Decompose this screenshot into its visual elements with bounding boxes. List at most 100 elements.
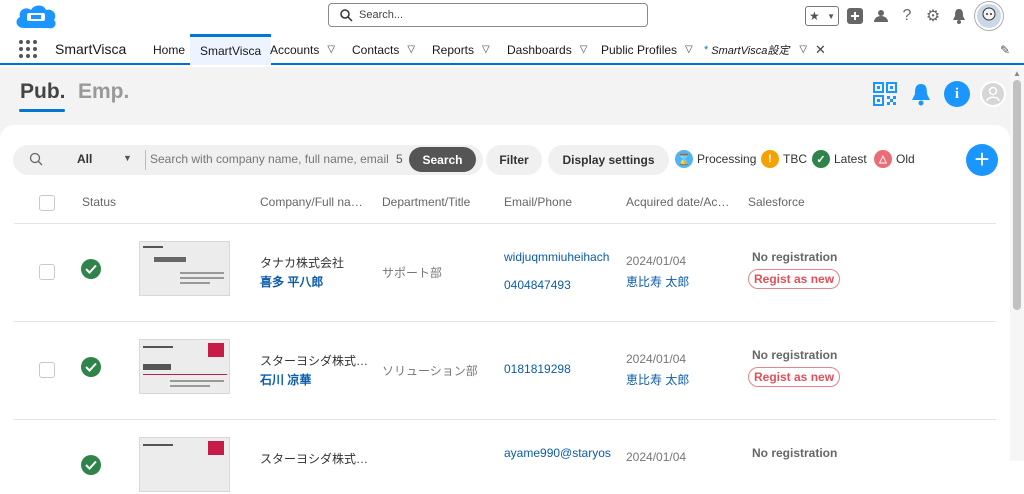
nav-item-label: Contacts (352, 42, 400, 57)
column-department-title[interactable]: Department/Title (382, 195, 470, 209)
acquirer-link[interactable]: 恵比寿 太郎 (626, 371, 736, 388)
nav-item-label: SmartVisca (200, 44, 262, 58)
column-status[interactable]: Status (82, 195, 116, 209)
column-salesforce[interactable]: Salesforce (748, 195, 805, 209)
tab-emp[interactable]: Emp. (78, 80, 129, 104)
column-email-phone[interactable]: Email/Phone (504, 195, 572, 209)
global-search-input[interactable]: Search... (328, 3, 648, 27)
nav-item-label: Reports (432, 42, 475, 57)
card-search-input[interactable]: Search with company name, full name, ema… (150, 152, 390, 166)
scope-select[interactable]: All (77, 152, 92, 166)
column-acquired-date[interactable]: Acquired date/Ac… (626, 195, 729, 209)
divider (145, 150, 146, 170)
column-company-name[interactable]: Company/Full na… (260, 195, 363, 209)
header-divider (14, 223, 996, 224)
filter-button[interactable]: Filter (486, 145, 542, 175)
acquired-date: 2024/01/04 (626, 450, 687, 464)
legend-label: Old (896, 152, 915, 166)
search-button[interactable]: Search (409, 147, 476, 172)
trailhead-icon[interactable] (871, 6, 891, 26)
search-icon (29, 152, 43, 166)
email-link[interactable]: ayame990@staryos (504, 446, 616, 460)
company-name: スターヨシダ株式… (260, 354, 369, 368)
nav-item-public-profiles[interactable]: Public Profiles ▽ (601, 34, 693, 65)
email-link[interactable]: widjuqmmiuheihach (504, 250, 616, 264)
scroll-up-arrow-icon[interactable]: ▲ (1013, 69, 1021, 78)
regist-as-new-button[interactable]: Regist as new (748, 367, 841, 387)
legend-label: Latest (834, 152, 867, 166)
legend-old: △ Old (874, 150, 915, 168)
plus-icon: + (974, 144, 990, 174)
company-name: スターヨシダ株式… (260, 452, 369, 466)
acquirer-link[interactable]: 恵比寿 太郎 (626, 273, 736, 290)
favorites-button[interactable]: ★ ▼ (805, 6, 839, 26)
search-placeholder: Search... (359, 9, 404, 21)
exclamation-icon: ! (761, 150, 779, 168)
legend-tbc: ! TBC (761, 150, 807, 168)
open-tab-label: SmartVisca設定 (711, 44, 790, 57)
person-name-link[interactable]: 喜多 平八郎 (260, 273, 370, 290)
phone-link[interactable]: 0404847493 (504, 278, 616, 292)
select-all-checkbox[interactable] (39, 195, 55, 211)
row-checkbox[interactable] (39, 362, 55, 378)
active-tab-underline (19, 109, 65, 112)
global-actions-add-icon[interactable] (845, 6, 865, 26)
latest-check-icon (81, 259, 101, 279)
chevron-down-icon[interactable]: ▽ (685, 44, 693, 55)
info-icon[interactable]: i (944, 81, 970, 107)
chevron-down-icon[interactable]: ▽ (799, 44, 807, 55)
open-tab-smartvisca-settings[interactable]: * SmartVisca設定 ▽ ✕ (704, 34, 826, 65)
salesforce-cloud-logo[interactable] (12, 2, 60, 32)
nav-item-label: Home (153, 42, 186, 57)
chevron-down-icon[interactable]: ▽ (407, 44, 415, 55)
nav-item-accounts[interactable]: Accounts ▽ (270, 34, 335, 65)
salesforce-status: No registration (752, 446, 838, 460)
salesforce-status: No registration (752, 348, 838, 362)
notifications-bell-icon[interactable] (949, 6, 969, 26)
caret-down-icon[interactable]: ▼ (123, 153, 132, 163)
display-settings-button[interactable]: Display settings (548, 145, 669, 175)
unsaved-marker: * (704, 43, 709, 56)
department: ソリューション部 (382, 364, 478, 378)
star-icon: ★ (809, 9, 820, 23)
main-content: Pub. Emp. i All ▼ Search with company na… (0, 67, 1010, 492)
setup-gear-icon[interactable]: ⚙ (923, 6, 943, 26)
nav-item-dashboards[interactable]: Dashboards ▽ (507, 34, 587, 65)
qr-code-icon[interactable] (872, 81, 898, 107)
chevron-down-icon[interactable]: ▽ (327, 44, 335, 55)
nav-item-label: Public Profiles (601, 42, 678, 57)
help-icon[interactable]: ? (897, 6, 917, 26)
scrollbar-thumb[interactable] (1013, 80, 1021, 310)
nav-item-reports[interactable]: Reports ▽ (432, 34, 490, 65)
close-tab-icon[interactable]: ✕ (815, 42, 826, 58)
business-card-thumbnail[interactable] (139, 437, 230, 492)
user-avatar[interactable] (975, 2, 1003, 30)
chevron-down-icon: ▼ (827, 11, 835, 21)
tab-pub[interactable]: Pub. (20, 80, 66, 104)
legend-label: TBC (783, 152, 807, 166)
app-launcher-icon[interactable] (19, 40, 37, 58)
add-card-button[interactable]: + (966, 144, 998, 176)
legend-label: Processing (697, 152, 757, 166)
phone-link[interactable]: 0181819298 (504, 362, 616, 376)
regist-as-new-button[interactable]: Regist as new (748, 269, 841, 289)
nav-item-contacts[interactable]: Contacts ▽ (352, 34, 415, 65)
legend-processing: ⌛ Processing (675, 150, 756, 168)
edit-nav-pencil-icon[interactable]: ✎ (1000, 43, 1010, 57)
latest-check-icon (81, 357, 101, 377)
user-placeholder-icon[interactable] (980, 81, 1006, 107)
notification-bell-icon[interactable] (908, 81, 934, 107)
nav-item-home[interactable]: Home (153, 34, 185, 65)
chevron-down-icon[interactable]: ▽ (482, 44, 490, 55)
row-checkbox[interactable] (39, 264, 55, 280)
app-name: SmartVisca (55, 41, 127, 57)
latest-check-icon (81, 455, 101, 475)
nav-item-smartvisca[interactable]: SmartVisca (190, 34, 272, 65)
acquired-date: 2024/01/04 (626, 254, 687, 268)
business-card-thumbnail[interactable] (139, 241, 230, 296)
business-card-thumbnail[interactable] (139, 339, 230, 394)
person-name-link[interactable]: 石川 凉華 (260, 371, 370, 388)
department: サポート部 (382, 266, 443, 280)
chevron-down-icon[interactable]: ▽ (580, 44, 588, 55)
global-header: Search... ★ ▼ ? ⚙ (0, 0, 1024, 34)
